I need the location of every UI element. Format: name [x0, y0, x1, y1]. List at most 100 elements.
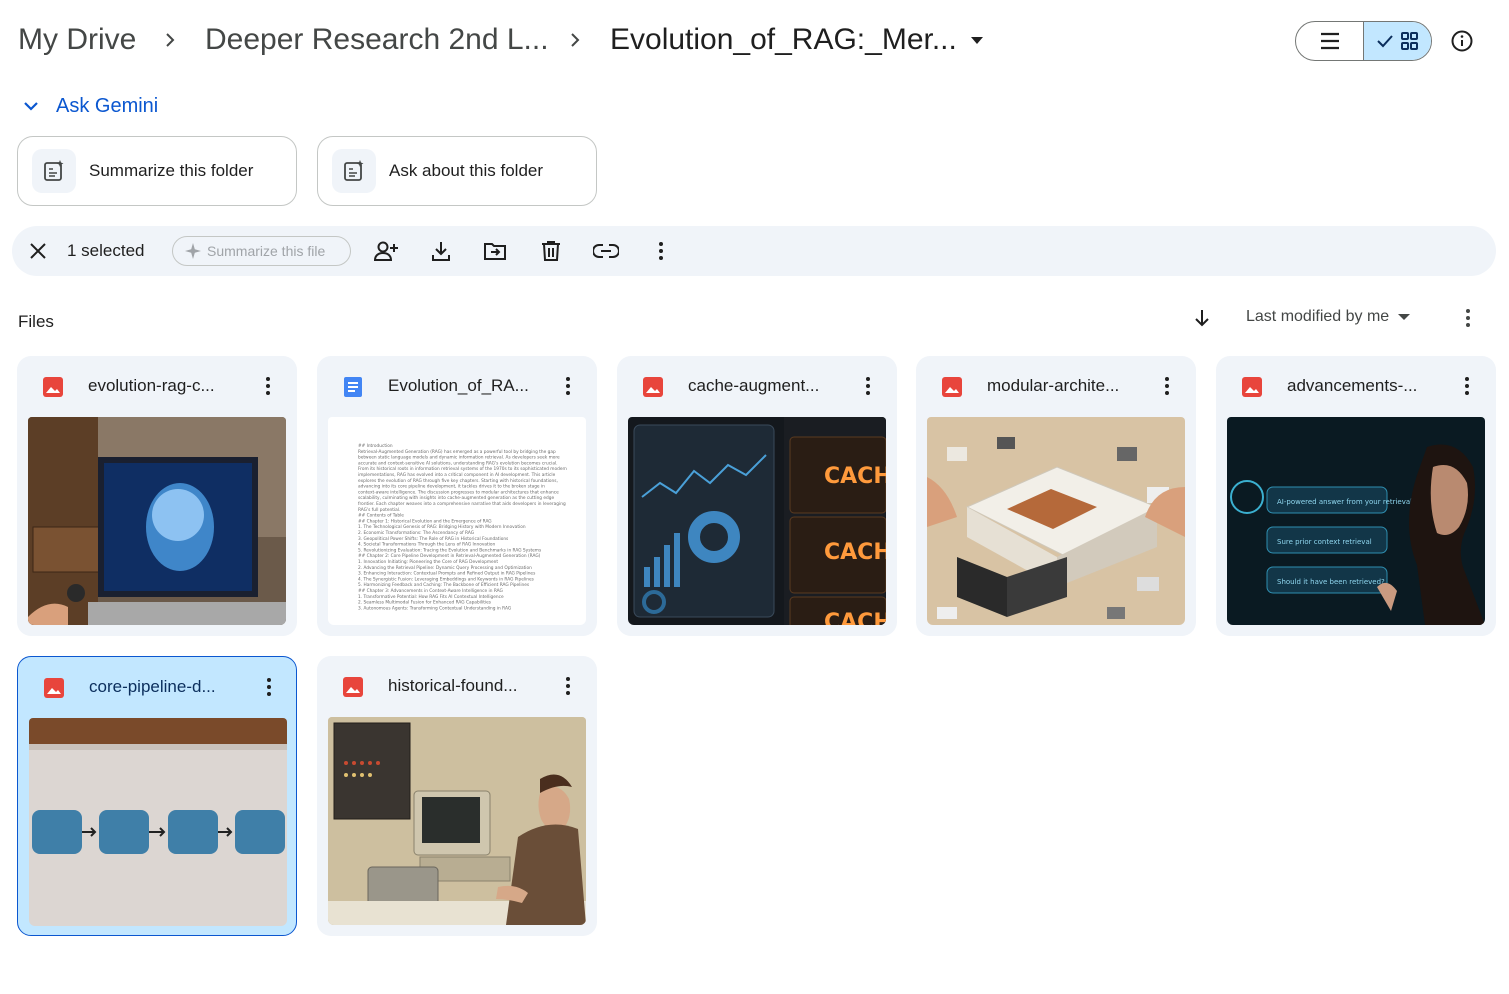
sort-by-label: Last modified by me [1246, 308, 1390, 325]
doc-thumbnail-line: implementations, RAG has evolved into a … [358, 472, 556, 478]
selection-count-label: 1 selected [67, 241, 145, 260]
doc-thumbnail-line: Retrieval-Augmented Generation (RAG) has… [358, 449, 556, 455]
more-vert-icon [866, 377, 870, 395]
gemini-doc-icon [332, 149, 376, 193]
check-grid-icon [1376, 32, 1418, 50]
doc-thumbnail-line: 2. Advancing the Retrieval Pipeline: Dyn… [358, 565, 532, 571]
doc-thumbnail-line: 3. Enhancing Interaction: Contextual Pro… [358, 571, 536, 577]
clear-selection-button[interactable] [24, 226, 52, 276]
link-icon [593, 244, 619, 258]
doc-thumbnail-line: 5. Revolutionizing Evaluation: Tracing t… [358, 547, 542, 553]
file-more-button[interactable] [856, 374, 880, 398]
sparkle-icon [185, 243, 201, 259]
list-view-button[interactable] [1296, 22, 1364, 60]
files-more-button[interactable] [1456, 306, 1480, 330]
doc-thumbnail-line: accurate and context-sensitive AI soluti… [358, 460, 558, 466]
view-toggle [1295, 21, 1432, 61]
screen-line: AI-powered answer from your retrieval [1277, 498, 1412, 506]
file-card-selected[interactable]: core-pipeline-d... [17, 656, 297, 936]
more-vert-icon [1465, 377, 1469, 395]
chevron-down-icon [24, 102, 38, 111]
file-thumbnail: CACHE CACHE CACHE [628, 417, 886, 625]
file-name: historical-found... [388, 676, 518, 695]
share-icon [373, 241, 398, 261]
file-thumbnail [328, 717, 586, 925]
image-file-icon [940, 375, 964, 399]
file-card[interactable]: evolution-rag-c... [17, 356, 297, 636]
doc-thumbnail-line: 3. Autonomous Agents: Transforming Conte… [358, 605, 511, 611]
ask-gemini-toggle[interactable]: Ask Gemini [20, 92, 158, 120]
doc-thumbnail-line: 5. Harmonizing Feedback and Caching: The… [358, 582, 530, 588]
ask-gemini-label: Ask Gemini [56, 94, 159, 117]
doc-thumbnail-line: frontier. Each chapter weaves into a com… [358, 501, 566, 507]
breadcrumb-parent-folder[interactable]: Deeper Research 2nd L... [205, 20, 549, 60]
file-name: cache-augment... [688, 376, 820, 395]
download-button[interactable] [427, 226, 455, 276]
caret-down-icon [1398, 314, 1411, 320]
doc-thumbnail-line: ## Chapter 3: Advancements in Context-Aw… [358, 588, 503, 594]
summarize-folder-label: Summarize this folder [89, 161, 254, 180]
ask-about-folder-button[interactable]: Ask about this folder [317, 136, 597, 206]
summarize-file-label: Summarize this file [207, 243, 326, 259]
gemini-doc-icon [32, 149, 76, 193]
more-vert-icon [659, 242, 663, 260]
doc-thumbnail-line: ## Chapter 1: Historical Evolution and t… [358, 518, 492, 524]
trash-button[interactable] [537, 226, 565, 276]
info-button[interactable] [1448, 27, 1476, 55]
summarize-folder-button[interactable]: Summarize this folder [17, 136, 297, 206]
image-file-icon [42, 676, 66, 700]
doc-thumbnail-line: 3. Geopolitical Power Shifts: The Role o… [358, 536, 509, 542]
doc-thumbnail-line: context-aware intelligence. The discussi… [358, 489, 559, 495]
close-icon [30, 243, 46, 259]
more-vert-icon [566, 377, 570, 395]
doc-thumbnail-line: 2. Seamless Multimodal Fusion for Enhanc… [358, 600, 492, 606]
cache-label: CACHE [824, 610, 886, 625]
image-file-icon [641, 375, 665, 399]
file-name: core-pipeline-d... [89, 677, 216, 696]
copy-link-button[interactable] [592, 226, 620, 276]
more-vert-icon [266, 377, 270, 395]
file-more-button[interactable] [257, 675, 281, 699]
image-file-icon [41, 375, 65, 399]
folder-actions-dropdown[interactable] [962, 26, 992, 56]
caret-down-icon [971, 37, 983, 44]
more-vert-icon [267, 678, 271, 696]
grid-view-button[interactable] [1364, 22, 1431, 60]
doc-thumbnail-line: ## Chapter 2: Core Pipeline Development … [358, 553, 541, 559]
doc-thumbnail-line: 1. Innovation Initiating: Pioneering the… [358, 559, 498, 565]
doc-thumbnail-line: explores the evolution of RAG through fi… [358, 478, 558, 484]
cache-label: CACHE [824, 540, 886, 565]
file-card[interactable]: Evolution_of_RA... ## Introduction Retrie… [317, 356, 597, 636]
sort-direction-button[interactable] [1190, 306, 1214, 330]
ask-about-folder-label: Ask about this folder [389, 161, 544, 180]
file-card[interactable]: modular-archite... [916, 356, 1196, 636]
cache-label: CACHE [824, 464, 886, 489]
sort-by-dropdown[interactable]: Last modified by me [1246, 308, 1411, 326]
image-file-icon [341, 675, 365, 699]
more-vert-icon [566, 677, 570, 695]
share-button[interactable] [372, 226, 400, 276]
file-more-button[interactable] [556, 374, 580, 398]
file-more-button[interactable] [256, 374, 280, 398]
more-actions-button[interactable] [647, 226, 675, 276]
summarize-file-button[interactable]: Summarize this file [172, 236, 351, 266]
doc-file-icon [341, 375, 365, 399]
file-card[interactable]: cache-augment... CACHE CACHE CACHE [617, 356, 897, 636]
file-card[interactable]: advancements-... AI-powered answer from … [1216, 356, 1496, 636]
file-card[interactable]: historical-found... [317, 656, 597, 936]
more-vert-icon [1466, 309, 1470, 327]
file-more-button[interactable] [1155, 374, 1179, 398]
doc-thumbnail: ## Introduction Retrieval-Augmented Gener… [328, 417, 586, 625]
list-icon [1320, 32, 1339, 50]
breadcrumb-current-folder[interactable]: Evolution_of_RAG:_Mer... [610, 20, 957, 60]
move-icon [484, 243, 506, 260]
move-button[interactable] [481, 226, 509, 276]
doc-thumbnail-line: advancing into its core pipeline develop… [358, 484, 545, 490]
file-more-button[interactable] [1455, 374, 1479, 398]
breadcrumb-my-drive[interactable]: My Drive [18, 20, 136, 60]
file-more-button[interactable] [556, 674, 580, 698]
doc-thumbnail-line: ## Contents of Table [358, 513, 404, 519]
info-icon [1451, 30, 1473, 52]
files-section-label: Files [18, 312, 54, 331]
doc-thumbnail-line: scalability, culminating with insights i… [358, 495, 554, 501]
